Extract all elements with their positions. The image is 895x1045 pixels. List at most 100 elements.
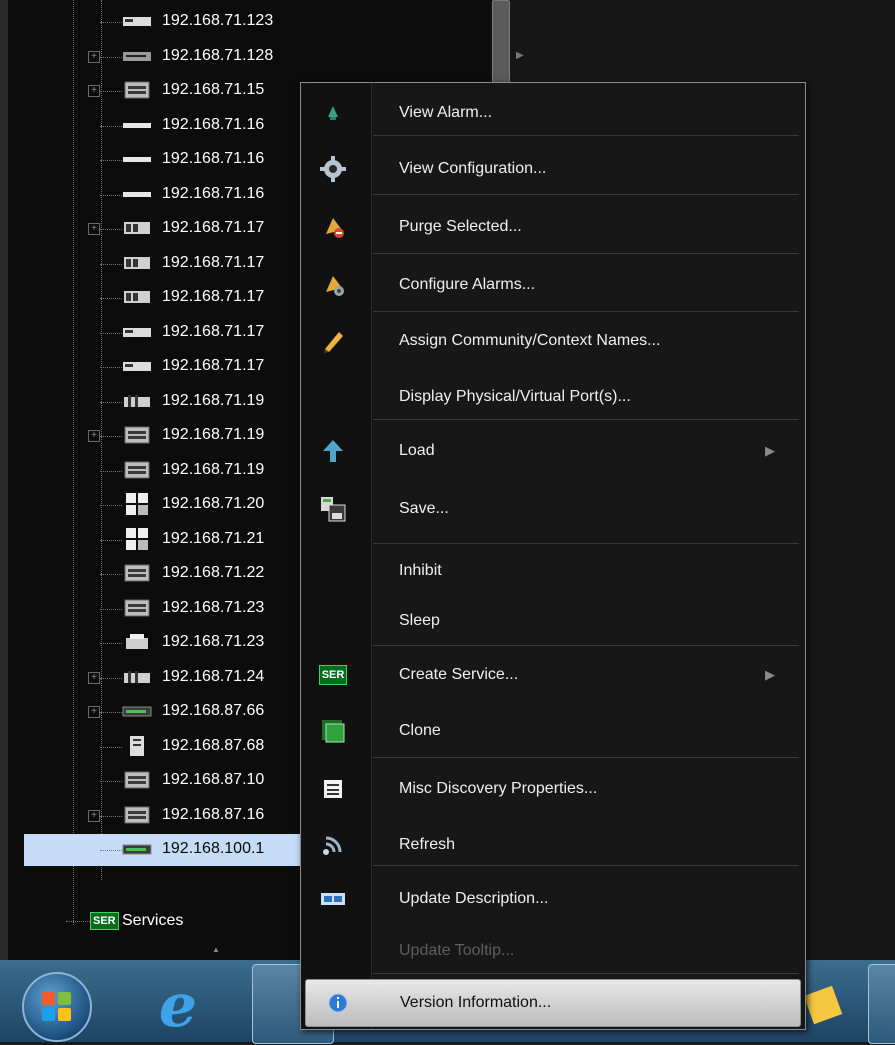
menu-item-label: Display Physical/Virtual Port(s)... — [399, 388, 631, 405]
menu-item-assign-community-context-names[interactable]: Assign Community/Context Names... — [301, 315, 805, 367]
tree-item-device[interactable]: +192.168.71.24 — [0, 662, 300, 694]
menu-item-label: Load — [399, 442, 435, 459]
tree-item-label: 192.168.87.68 — [162, 736, 265, 754]
tree-item-device[interactable]: 192.168.87.10 — [0, 765, 300, 797]
tree-branch-line — [100, 160, 122, 161]
scroll-up-arrow-icon[interactable]: ▲ — [212, 945, 220, 954]
tree-item-device[interactable]: 192.168.100.1 — [24, 834, 300, 866]
rack-device-icon — [122, 357, 152, 375]
switch-device-icon — [122, 47, 152, 65]
pencil-icon — [319, 327, 347, 355]
tree-item-device[interactable]: 192.168.71.20 — [0, 489, 300, 521]
expand-node-icon[interactable]: + — [88, 85, 100, 97]
tree-item-device[interactable]: 192.168.71.16 — [0, 179, 300, 211]
tree-item-label: 192.168.71.23 — [162, 633, 265, 650]
tree-scrollbar-thumb[interactable] — [492, 0, 510, 92]
menu-item-version-information[interactable]: Version Information... — [305, 979, 801, 1027]
menu-separator — [373, 311, 799, 312]
menu-item-view-alarm[interactable]: View Alarm... — [301, 87, 805, 139]
tree-branch-line — [100, 125, 122, 127]
server-device-icon — [122, 564, 152, 582]
tree-branch-line — [100, 815, 122, 817]
expand-node-icon[interactable]: + — [88, 809, 100, 822]
menu-item-inhibit[interactable]: Inhibit — [301, 545, 805, 597]
tree-branch-line — [100, 677, 122, 679]
tree-item-label: 192.168.71.19 — [162, 460, 265, 478]
properties-list-icon — [319, 775, 347, 803]
refresh-signal-icon — [319, 831, 347, 859]
tree-branch-line — [100, 746, 122, 748]
menu-item-display-physical-virtual-port-s[interactable]: Display Physical/Virtual Port(s)... — [301, 371, 805, 423]
tree-item-device[interactable]: +192.168.71.15 — [0, 75, 300, 107]
server-device-icon — [122, 806, 152, 824]
tree-item-device[interactable]: +192.168.71.17 — [0, 213, 300, 245]
card-device-icon — [122, 392, 152, 410]
tree-item-device[interactable]: 192.168.71.16 — [0, 110, 300, 142]
expand-node-icon[interactable]: + — [88, 671, 100, 684]
internet-explorer-icon[interactable]: e — [148, 976, 208, 1036]
server-device-icon — [122, 461, 152, 479]
windows-logo-icon — [42, 992, 71, 1021]
tree-item-device[interactable]: 192.168.71.23 — [0, 593, 300, 625]
tree-item-label: 192.168.71.17 — [162, 219, 265, 236]
tree-item-device[interactable]: 192.168.71.23 — [0, 627, 300, 659]
submenu-arrow-icon: ▶ — [765, 667, 775, 682]
menu-item-label: Misc Discovery Properties... — [399, 780, 598, 797]
menu-item-label: Create Service... — [399, 666, 519, 683]
tree-item-device[interactable]: 192.168.71.123 — [0, 6, 300, 38]
menu-item-view-configuration[interactable]: View Configuration... — [301, 143, 805, 195]
menu-item-load[interactable]: Load ▶ — [301, 425, 805, 477]
server-device-icon — [122, 771, 152, 789]
tree-item-label: 192.168.71.16 — [162, 115, 265, 133]
context-menu: View Alarm... View Configuration... Purge … — [300, 82, 806, 1030]
expand-node-icon[interactable]: + — [88, 430, 100, 442]
expand-node-icon[interactable]: + — [88, 223, 100, 235]
submenu-arrow-icon: ▶ — [765, 443, 775, 458]
menu-item-update-tooltip: Update Tooltip... — [301, 925, 805, 977]
tree-item-label: 192.168.71.16 — [162, 150, 265, 167]
expand-node-icon[interactable]: + — [88, 706, 100, 718]
taskbar-app[interactable] — [868, 964, 895, 1044]
tree-item-label: 192.168.100.1 — [162, 840, 265, 857]
tree-item-device[interactable]: 192.168.71.19 — [0, 386, 300, 418]
tree-item-device[interactable]: +192.168.87.66 — [0, 696, 300, 728]
tree-item-device[interactable]: 192.168.71.17 — [0, 351, 300, 383]
tree-branch-line — [66, 921, 90, 922]
menu-item-label: Save... — [399, 500, 449, 517]
menu-item-create-service[interactable]: SER Create Service... ▶ — [301, 649, 805, 701]
menu-item-purge-selected[interactable]: Purge Selected... — [301, 201, 805, 253]
menu-item-label: Purge Selected... — [399, 218, 522, 235]
tree-item-device[interactable]: +192.168.87.16 — [0, 800, 300, 832]
menu-item-misc-discovery-properties[interactable]: Misc Discovery Properties... — [301, 763, 805, 815]
tree-item-device[interactable]: 192.168.71.17 — [0, 248, 300, 280]
chassis-device-icon — [122, 254, 152, 272]
tree-item-device[interactable]: 192.168.71.17 — [0, 317, 300, 349]
tree-item-device[interactable]: 192.168.87.68 — [0, 731, 300, 763]
menu-item-label: Assign Community/Context Names... — [399, 332, 661, 349]
tower-device-icon — [122, 735, 152, 756]
clone-board-icon — [319, 717, 347, 745]
tree-item-label: 192.168.71.19 — [162, 391, 265, 409]
service-badge-icon: SER — [318, 661, 348, 689]
start-button[interactable] — [22, 972, 92, 1042]
panel-collapse-arrow-icon[interactable]: ▶ — [516, 50, 524, 61]
tree-item-label: 192.168.71.16 — [162, 184, 265, 202]
tree-item-device[interactable]: 192.168.71.21 — [0, 524, 300, 556]
tree-item-device[interactable]: +192.168.71.128 — [0, 41, 300, 73]
tree-item-device[interactable]: +192.168.71.19 — [0, 420, 300, 452]
menu-item-save[interactable]: Save... — [301, 483, 805, 535]
purge-bell-icon — [319, 213, 347, 241]
menu-item-clone[interactable]: Clone — [301, 705, 805, 757]
menu-item-refresh[interactable]: Refresh — [301, 819, 805, 871]
tree-item-device[interactable]: 192.168.71.17 — [0, 282, 300, 314]
menu-item-configure-alarms[interactable]: Configure Alarms... — [301, 259, 805, 311]
menu-item-sleep[interactable]: Sleep — [301, 595, 805, 647]
menu-item-label: Version Information... — [400, 994, 552, 1011]
menu-item-update-description[interactable]: Update Description... — [301, 873, 805, 925]
tree-item-label: 192.168.71.17 — [162, 322, 265, 340]
tree-item-services[interactable]: SER Services — [60, 906, 300, 938]
tree-item-device[interactable]: 192.168.71.22 — [0, 558, 300, 590]
expand-node-icon[interactable]: + — [88, 50, 100, 63]
tree-item-device[interactable]: 192.168.71.19 — [0, 455, 300, 487]
tree-item-device[interactable]: 192.168.71.16 — [0, 144, 300, 176]
